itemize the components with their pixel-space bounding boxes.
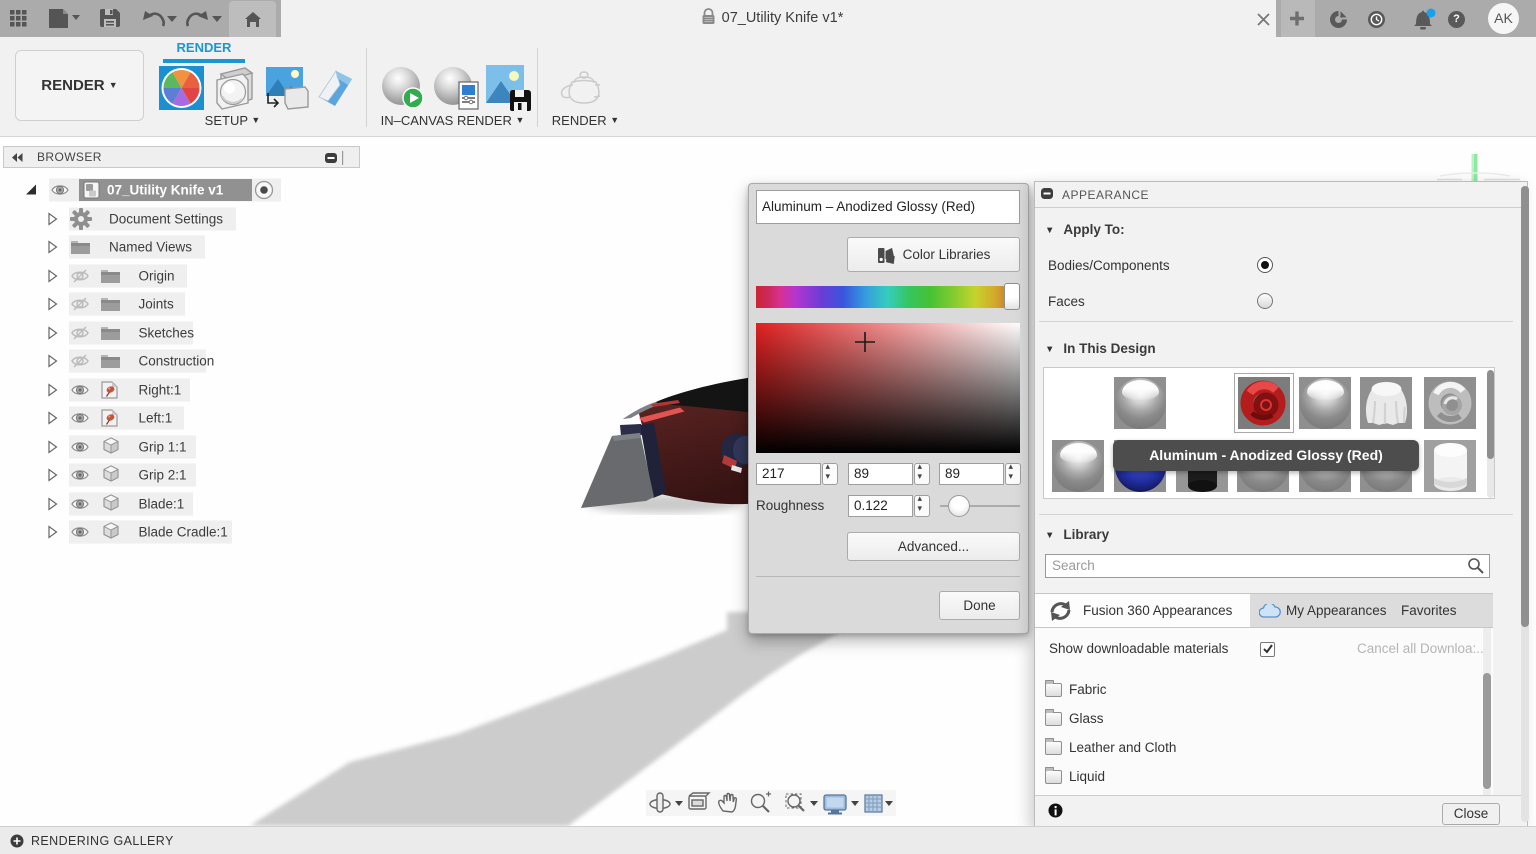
svg-text:Grip 2:1: Grip 2:1 — [139, 468, 187, 483]
svg-text:Sketches: Sketches — [139, 326, 195, 341]
svg-text:Grip 1:1: Grip 1:1 — [139, 440, 187, 455]
svg-text:Origin: Origin — [139, 269, 175, 284]
svg-text:07_Utility Knife v1: 07_Utility Knife v1 — [107, 183, 224, 198]
svg-text:Joints: Joints — [139, 297, 175, 312]
svg-text:Left:1: Left:1 — [139, 411, 173, 426]
svg-text:Named Views: Named Views — [109, 240, 192, 255]
svg-text:Blade:1: Blade:1 — [139, 497, 185, 512]
svg-text:Document Settings: Document Settings — [109, 212, 223, 227]
svg-text:Construction: Construction — [139, 354, 215, 369]
svg-text:Blade Cradle:1: Blade Cradle:1 — [139, 525, 228, 540]
svg-text:Right:1: Right:1 — [139, 383, 182, 398]
